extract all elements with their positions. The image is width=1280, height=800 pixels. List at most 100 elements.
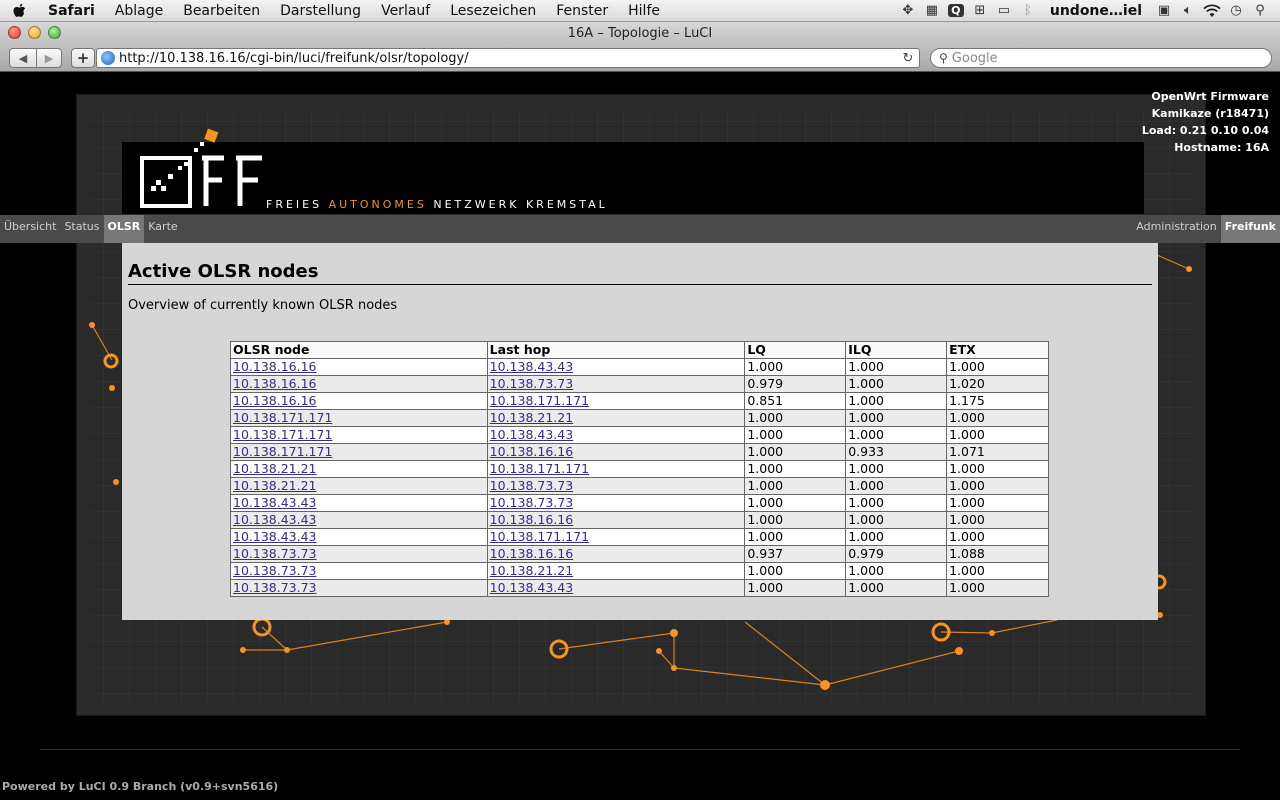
spotlight-icon[interactable]: ⚲ (1248, 0, 1272, 22)
menu-bar: Safari Ablage Bearbeiten Darstellung Ver… (0, 0, 1280, 22)
quicksilver-icon[interactable]: Q (944, 0, 968, 22)
olsr-node-link[interactable]: 10.138.73.73 (233, 546, 317, 561)
minimize-window-button[interactable] (28, 26, 41, 39)
move-icon[interactable]: ✥ (896, 0, 920, 22)
hostname: Hostname: 16A (1174, 141, 1269, 154)
cell-last-hop: 10.138.16.16 (486, 511, 746, 529)
last-hop-link[interactable]: 10.138.43.43 (490, 359, 574, 374)
firmware-name: OpenWrt Firmware (1151, 90, 1269, 103)
main-content: Active OLSR nodes Overview of currently … (122, 243, 1158, 620)
cell-last-hop: 10.138.21.21 (486, 562, 746, 580)
table-row: 10.138.16.16 10.138.171.171 0.851 1.000 1.17… (230, 392, 1049, 410)
olsr-node-link[interactable]: 10.138.171.171 (233, 444, 332, 459)
nav-item-olsr[interactable]: OLSR (103, 215, 145, 243)
cell-lq: 0.851 (744, 392, 847, 410)
volume-icon[interactable]: 🔈︎ (1176, 0, 1200, 22)
bluetooth-icon[interactable]: ᛒ (1016, 0, 1040, 22)
last-hop-link[interactable]: 10.138.73.73 (490, 478, 574, 493)
zoom-window-button[interactable] (48, 26, 61, 39)
cell-ilq: 1.000 (845, 375, 948, 393)
olsr-node-link[interactable]: 10.138.21.21 (233, 461, 317, 476)
close-window-button[interactable] (8, 26, 21, 39)
cell-ilq: 0.979 (845, 545, 948, 563)
grid-icon[interactable]: ▦ (920, 0, 944, 22)
site-header: FREIES AUTONOMES NETZWERK KREMSTAL (122, 128, 1144, 214)
add-bookmark-button[interactable]: + (71, 48, 95, 68)
column-header-lq: LQ (744, 341, 847, 359)
reload-icon[interactable]: ↻ (897, 51, 919, 66)
footer-divider (40, 749, 1240, 750)
user-name[interactable]: undone…iel (1040, 3, 1152, 19)
nav-item-uebersicht[interactable]: Übersicht (0, 215, 60, 243)
menu-bearbeiten[interactable]: Bearbeiten (173, 0, 270, 22)
time-machine-icon[interactable]: ◷ (1224, 0, 1248, 22)
olsr-node-link[interactable]: 10.138.16.16 (233, 359, 317, 374)
olsr-node-link[interactable]: 10.138.43.43 (233, 512, 317, 527)
search-icon: ⚲ (939, 51, 948, 65)
wifi-icon[interactable] (1200, 0, 1224, 22)
cell-olsr-node: 10.138.171.171 (230, 443, 488, 461)
cell-last-hop: 10.138.43.43 (486, 358, 746, 376)
table-row: 10.138.43.43 10.138.171.171 1.000 1.000 1.00… (230, 528, 1049, 546)
olsr-node-link[interactable]: 10.138.43.43 (233, 495, 317, 510)
olsr-node-link[interactable]: 10.138.21.21 (233, 478, 317, 493)
cell-etx: 1.000 (946, 409, 1049, 427)
cell-ilq: 1.000 (845, 562, 948, 580)
window-tool-icon[interactable]: ⊞ (968, 0, 992, 22)
last-hop-link[interactable]: 10.138.16.16 (490, 444, 574, 459)
search-field[interactable]: ⚲ Google (930, 48, 1272, 68)
menu-hilfe[interactable]: Hilfe (618, 0, 670, 22)
olsr-node-link[interactable]: 10.138.73.73 (233, 580, 317, 595)
cell-ilq: 1.000 (845, 392, 948, 410)
last-hop-link[interactable]: 10.138.16.16 (490, 546, 574, 561)
olsr-node-link[interactable]: 10.138.171.171 (233, 410, 332, 425)
last-hop-link[interactable]: 10.138.21.21 (490, 410, 574, 425)
nav-item-status[interactable]: Status (60, 215, 103, 243)
olsr-node-link[interactable]: 10.138.43.43 (233, 529, 317, 544)
table-row: 10.138.73.73 10.138.21.21 1.000 1.000 1.000 (230, 562, 1049, 580)
address-bar[interactable]: http://10.138.16.16/cgi-bin/luci/freifun… (96, 48, 920, 68)
cell-last-hop: 10.138.73.73 (486, 494, 746, 512)
olsr-node-link[interactable]: 10.138.16.16 (233, 393, 317, 408)
table-row: 10.138.21.21 10.138.73.73 1.000 1.000 1.000 (230, 477, 1049, 495)
cell-etx: 1.000 (946, 511, 1049, 529)
last-hop-link[interactable]: 10.138.171.171 (490, 461, 589, 476)
back-button[interactable]: ◀ (9, 48, 37, 68)
window-titlebar: 16A – Topologie – LuCI (0, 22, 1280, 44)
last-hop-link[interactable]: 10.138.171.171 (490, 529, 589, 544)
last-hop-link[interactable]: 10.138.16.16 (490, 512, 574, 527)
forward-button[interactable]: ▶ (36, 48, 62, 68)
menu-ablage[interactable]: Ablage (105, 0, 173, 22)
last-hop-link[interactable]: 10.138.43.43 (490, 580, 574, 595)
search-placeholder: Google (951, 50, 998, 66)
column-header-etx: ETX (946, 341, 1049, 359)
last-hop-link[interactable]: 10.138.21.21 (490, 563, 574, 578)
cell-lq: 1.000 (744, 562, 847, 580)
cell-olsr-node: 10.138.43.43 (230, 511, 488, 529)
cell-etx: 1.000 (946, 460, 1049, 478)
last-hop-link[interactable]: 10.138.73.73 (490, 376, 574, 391)
last-hop-link[interactable]: 10.138.43.43 (490, 427, 574, 442)
table-row: 10.138.43.43 10.138.73.73 1.000 1.000 1.000 (230, 494, 1049, 512)
cell-olsr-node: 10.138.16.16 (230, 392, 488, 410)
last-hop-link[interactable]: 10.138.171.171 (490, 393, 589, 408)
last-hop-link[interactable]: 10.138.73.73 (490, 495, 574, 510)
battery-icon[interactable]: ▣ (1152, 0, 1176, 22)
apple-menu-icon[interactable] (0, 0, 38, 22)
menu-darstellung[interactable]: Darstellung (270, 0, 371, 22)
footer-text: Powered by LuCI 0.9 Branch (v0.9+svn5616… (2, 780, 279, 793)
nav-item-administration[interactable]: Administration (1132, 215, 1221, 243)
menu-safari[interactable]: Safari (38, 0, 105, 22)
display-icon[interactable]: ▭ (992, 0, 1016, 22)
table-row: 10.138.43.43 10.138.16.16 1.000 1.000 1.000 (230, 511, 1049, 529)
menu-lesezeichen[interactable]: Lesezeichen (440, 0, 546, 22)
menu-verlauf[interactable]: Verlauf (371, 0, 440, 22)
olsr-node-link[interactable]: 10.138.16.16 (233, 376, 317, 391)
olsr-node-link[interactable]: 10.138.171.171 (233, 427, 332, 442)
olsr-node-link[interactable]: 10.138.73.73 (233, 563, 317, 578)
table-row: 10.138.73.73 10.138.43.43 1.000 1.000 1.000 (230, 579, 1049, 597)
nav-item-karte[interactable]: Karte (144, 215, 181, 243)
nav-item-freifunk[interactable]: Freifunk (1220, 215, 1280, 243)
cell-ilq: 1.000 (845, 579, 948, 597)
menu-fenster[interactable]: Fenster (546, 0, 618, 22)
